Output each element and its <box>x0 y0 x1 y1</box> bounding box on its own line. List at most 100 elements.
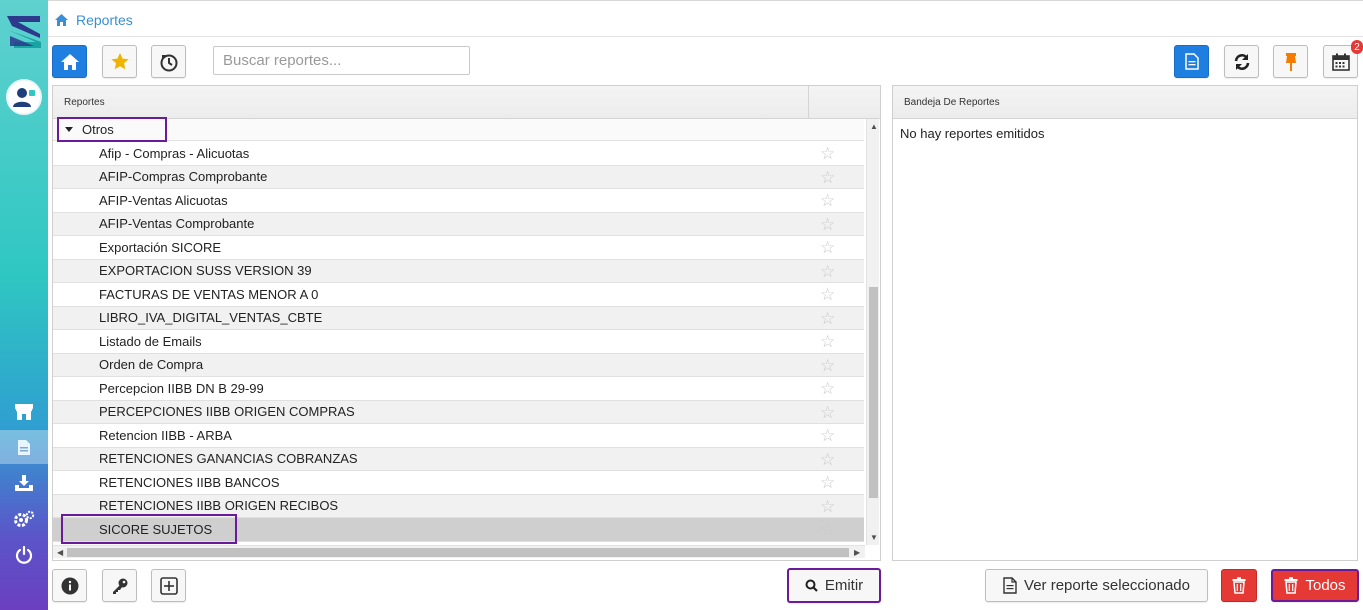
breadcrumb-label[interactable]: Reportes <box>76 12 133 28</box>
top-border <box>48 0 1363 3</box>
report-row[interactable]: FACTURAS DE VENTAS MENOR A 0 ☆ <box>53 283 864 307</box>
reports-view-button[interactable] <box>1174 45 1209 78</box>
favorite-star-icon[interactable]: ☆ <box>820 263 835 280</box>
report-row-label: EXPORTACION SUSS VERSION 39 <box>99 263 312 279</box>
download-icon[interactable] <box>0 466 48 500</box>
favorite-star-icon[interactable]: ☆ <box>820 357 835 374</box>
favorite-star-icon[interactable]: ☆ <box>820 192 835 209</box>
report-row-label: RETENCIONES IIBB BANCOS <box>99 474 280 490</box>
reports-list: Afip - Compras - Alicuotas ☆ AFIP-Compras … <box>53 142 864 542</box>
delete-all-label: Todos <box>1305 577 1346 594</box>
history-icon <box>160 54 177 71</box>
report-row[interactable]: Listado de Emails ☆ <box>53 330 864 354</box>
star-icon <box>110 53 129 70</box>
search-input[interactable] <box>213 46 470 75</box>
user-avatar[interactable] <box>6 79 42 115</box>
favorite-star-icon[interactable]: ☆ <box>820 498 835 515</box>
home-button[interactable] <box>52 45 87 78</box>
favorite-star-icon[interactable]: ☆ <box>820 239 835 256</box>
refresh-button[interactable] <box>1224 45 1259 78</box>
horizontal-scroll-thumb[interactable] <box>67 548 849 557</box>
calendar-icon <box>1331 53 1350 71</box>
scroll-down-icon[interactable]: ▼ <box>870 533 878 542</box>
power-icon[interactable] <box>0 538 48 572</box>
notification-badge: 2 <box>1351 40 1363 54</box>
report-row[interactable]: Retencion IIBB - ARBA ☆ <box>53 424 864 448</box>
report-row[interactable]: RETENCIONES GANANCIAS COBRANZAS ☆ <box>53 447 864 471</box>
home-icon <box>60 53 79 70</box>
favorite-star-icon[interactable]: ☆ <box>820 310 835 327</box>
home-icon <box>55 14 68 26</box>
app-logo[interactable] <box>4 12 44 54</box>
view-selected-button[interactable]: Ver reporte seleccionado <box>985 569 1208 602</box>
breadcrumb: Reportes <box>55 10 133 30</box>
document-icon <box>1184 53 1199 70</box>
group-row-otros[interactable]: Otros <box>53 119 864 141</box>
report-row[interactable]: Afip - Compras - Alicuotas ☆ <box>53 142 864 166</box>
favorite-star-icon[interactable]: ☆ <box>820 286 835 303</box>
scroll-left-icon[interactable]: ◀ <box>57 548 63 557</box>
pin-icon <box>1285 52 1296 71</box>
delete-button[interactable] <box>1221 569 1257 602</box>
favorite-star-icon[interactable]: ☆ <box>820 404 835 421</box>
report-row[interactable]: AFIP-Compras Comprobante ☆ <box>53 165 864 189</box>
reports-icon[interactable] <box>0 430 48 464</box>
report-row-label: Exportación SICORE <box>99 239 222 255</box>
favorite-star-icon[interactable]: ☆ <box>820 427 835 444</box>
plus-square-icon <box>159 576 178 595</box>
search-icon <box>805 579 818 592</box>
delete-all-button[interactable]: Todos <box>1271 569 1359 602</box>
scroll-right-icon[interactable]: ▶ <box>854 548 860 557</box>
tray-empty-text: No hay reportes emitidos <box>900 126 1045 141</box>
report-row-label: Retencion IIBB - ARBA <box>99 427 232 443</box>
trash-icon <box>1284 577 1298 594</box>
tray-panel: Bandeja De Reportes No hay reportes emit… <box>892 85 1358 561</box>
report-row-label: Listado de Emails <box>99 333 202 349</box>
report-row-label: AFIP-Compras Comprobante <box>99 169 268 185</box>
favorite-star-icon[interactable]: ☆ <box>820 333 835 350</box>
pin-button[interactable] <box>1273 45 1308 78</box>
favorite-star-icon[interactable]: ☆ <box>820 145 835 162</box>
report-row[interactable]: EXPORTACION SUSS VERSION 39 ☆ <box>53 259 864 283</box>
favorite-star-icon[interactable]: ☆ <box>820 169 835 186</box>
favorite-star-icon[interactable]: ☆ <box>820 521 835 538</box>
favorite-star-icon[interactable]: ☆ <box>820 216 835 233</box>
report-row-label: RETENCIONES IIBB ORIGEN RECIBOS <box>99 498 339 514</box>
history-button[interactable] <box>151 45 186 78</box>
favorites-button[interactable] <box>102 45 137 78</box>
report-row-label: RETENCIONES GANANCIAS COBRANZAS <box>99 451 358 467</box>
settings-icon[interactable] <box>0 502 48 536</box>
highlight-selected-item <box>61 514 237 544</box>
report-row[interactable]: PERCEPCIONES IIBB ORIGEN COMPRAS ☆ <box>53 400 864 424</box>
scroll-up-icon[interactable]: ▲ <box>870 122 878 131</box>
report-row[interactable]: AFIP-Ventas Comprobante ☆ <box>53 212 864 236</box>
report-row[interactable]: Percepcion IIBB DN B 29-99 ☆ <box>53 377 864 401</box>
favorite-star-icon[interactable]: ☆ <box>820 474 835 491</box>
vertical-scroll-thumb[interactable] <box>869 287 878 498</box>
info-button[interactable] <box>52 569 87 602</box>
report-row[interactable]: RETENCIONES IIBB BANCOS ☆ <box>53 471 864 495</box>
tray-panel-header: Bandeja De Reportes <box>893 86 1357 119</box>
report-row[interactable]: AFIP-Ventas Alicuotas ☆ <box>53 189 864 213</box>
horizontal-scrollbar[interactable]: ◀ ▶ <box>53 545 865 558</box>
view-selected-label: Ver reporte seleccionado <box>1024 577 1190 594</box>
emit-label: Emitir <box>824 577 864 594</box>
favorite-star-icon[interactable]: ☆ <box>820 380 835 397</box>
key-icon <box>112 578 127 594</box>
user-icon <box>13 88 35 107</box>
emit-button[interactable]: Emitir <box>787 568 881 603</box>
report-row-label: PERCEPCIONES IIBB ORIGEN COMPRAS <box>99 404 355 420</box>
report-row-label: Orden de Compra <box>99 357 204 373</box>
document-icon <box>1003 577 1017 594</box>
report-row[interactable]: Orden de Compra ☆ <box>53 353 864 377</box>
trash-icon <box>1232 577 1246 594</box>
add-button[interactable] <box>151 569 186 602</box>
report-row[interactable]: Exportación SICORE ☆ <box>53 236 864 260</box>
permissions-button[interactable] <box>102 569 137 602</box>
report-row[interactable]: LIBRO_IVA_DIGITAL_VENTAS_CBTE ☆ <box>53 306 864 330</box>
favorite-star-icon[interactable]: ☆ <box>820 451 835 468</box>
vertical-scrollbar[interactable]: ▲ ▼ <box>866 119 879 545</box>
report-row-label: AFIP-Ventas Comprobante <box>99 216 255 232</box>
report-row-label: Afip - Compras - Alicuotas <box>99 145 250 161</box>
store-icon[interactable] <box>0 395 48 429</box>
